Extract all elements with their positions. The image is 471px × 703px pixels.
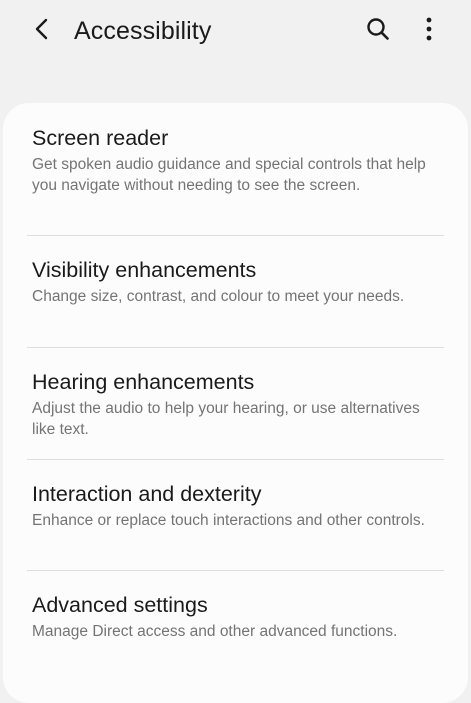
menu-item-description: Change size, contrast, and colour to mee… — [32, 288, 405, 305]
app-bar: Accessibility — [0, 0, 471, 62]
settings-card: Screen reader Get spoken audio guidance … — [3, 103, 468, 703]
search-button[interactable] — [362, 13, 394, 45]
menu-item-description: Adjust the audio to help your hearing, o… — [32, 400, 420, 438]
menu-item-title: Visibility enhancements — [32, 258, 257, 282]
menu-item-description: Manage Direct access and other advanced … — [32, 623, 398, 640]
menu-item-title: Hearing enhancements — [32, 370, 255, 394]
menu-item-description: Enhance or replace touch interactions an… — [32, 512, 425, 529]
page-title: Accessibility — [74, 17, 212, 45]
menu-item-visibility-enhancements[interactable]: Visibility enhancements Change size, con… — [3, 236, 468, 347]
menu-item-interaction-and-dexterity[interactable]: Interaction and dexterity Enhance or rep… — [3, 460, 468, 571]
more-options-icon — [426, 17, 432, 41]
menu-item-title: Advanced settings — [32, 593, 208, 617]
more-options-button[interactable] — [414, 13, 444, 45]
menu-item-title: Screen reader — [32, 126, 169, 150]
menu-item-advanced-settings[interactable]: Advanced settings Manage Direct access a… — [3, 571, 468, 682]
menu-item-description: Get spoken audio guidance and special co… — [32, 156, 426, 194]
back-arrow-icon — [35, 18, 48, 40]
menu-item-title: Interaction and dexterity — [32, 482, 262, 506]
menu-item-screen-reader[interactable]: Screen reader Get spoken audio guidance … — [3, 103, 468, 235]
search-icon — [367, 18, 389, 40]
back-button[interactable] — [26, 13, 58, 45]
menu-item-hearing-enhancements[interactable]: Hearing enhancements Adjust the audio to… — [3, 348, 468, 459]
